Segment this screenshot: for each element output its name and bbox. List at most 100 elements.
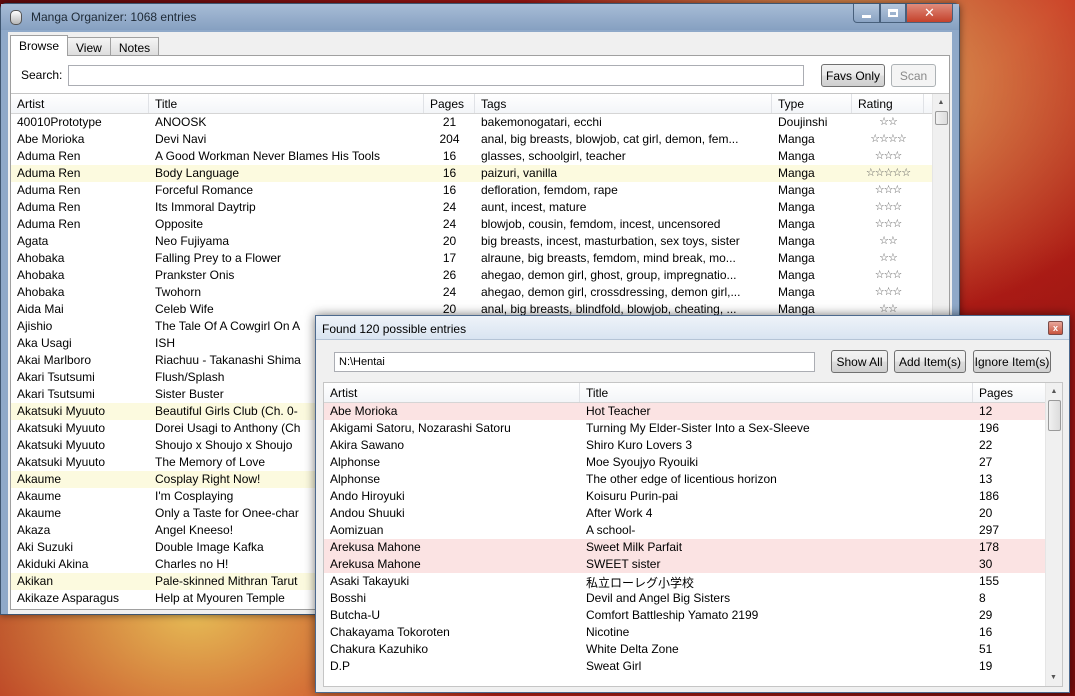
dialog-scrollbar[interactable]: ▲ ▼ [1045, 383, 1062, 686]
column-header-tags[interactable]: Tags [475, 94, 772, 113]
close-button[interactable]: ✕ [906, 4, 953, 23]
column-header-type[interactable]: Type [772, 94, 852, 113]
cell-title: Forceful Romance [155, 183, 254, 197]
cell-title: Opposite [155, 217, 204, 231]
column-header-artist[interactable]: Artist [11, 94, 149, 113]
table-row[interactable]: Chakayama Tokoroten Nicotine 16 [324, 624, 1062, 641]
table-row[interactable]: Alphonse The other edge of licentious hor… [324, 471, 1062, 488]
dialog-close-button[interactable]: x [1048, 321, 1063, 335]
table-row[interactable]: Abe Morioka Devi Navi 204 anal, big breasts… [11, 131, 949, 148]
search-label: Search: [21, 68, 63, 82]
cell-type: Doujinshi [778, 115, 828, 129]
cell-pages: 12 [979, 404, 993, 418]
tab-browse[interactable]: Browse [10, 35, 69, 56]
table-row[interactable]: Akigami Satoru, Nozarashi Satoru Turning … [324, 420, 1062, 437]
cell-pages: 30 [979, 557, 993, 571]
dialog-titlebar[interactable]: Found 120 possible entries x [316, 316, 1069, 340]
scan-button[interactable]: Scan [891, 64, 936, 87]
table-row[interactable]: Bosshi Devil and Angel Big Sisters 8 [324, 590, 1062, 607]
table-row[interactable]: Aduma Ren A Good Workman Never Blames His… [11, 148, 949, 165]
cell-title: Koisuru Purin-pai [586, 489, 679, 503]
table-row[interactable]: Chakura Kazuhiko White Delta Zone 51 [324, 641, 1062, 658]
add-items-button[interactable]: Add Item(s) [894, 350, 966, 373]
search-input[interactable] [68, 65, 804, 86]
cell-rating: ☆☆☆ [874, 286, 903, 298]
show-all-button[interactable]: Show All [831, 350, 888, 373]
cell-artist: Butcha-U [330, 608, 381, 622]
cell-title: A Good Workman Never Blames His Tools [155, 149, 380, 163]
cell-rating: ☆☆☆ [874, 269, 903, 281]
tab-notes[interactable]: Notes [109, 37, 160, 56]
table-row[interactable]: 40010Prototype ANOOSK 21 bakemonogatari, ec… [11, 114, 949, 131]
cell-rating: ☆☆☆ [874, 184, 903, 196]
cell-tags: anal, big breasts, blowjob, cat girl, de… [481, 132, 739, 146]
table-row[interactable]: Andou Shuuki After Work 4 20 [324, 505, 1062, 522]
table-row[interactable]: D.P Sweat Girl 19 [324, 658, 1062, 675]
table-row[interactable]: Ahobaka Falling Prey to a Flower 17 alraune… [11, 250, 949, 267]
column-header-rating[interactable]: Rating [852, 94, 924, 113]
cell-type: Manga [778, 200, 815, 214]
cell-artist: 40010Prototype [17, 115, 102, 129]
cell-artist: Ajishio [17, 319, 53, 333]
cell-tags: blowjob, cousin, femdom, incest, uncenso… [481, 217, 721, 231]
path-input[interactable] [334, 352, 815, 372]
table-row[interactable]: Aduma Ren Body Language 16 paizuri, vanilla… [11, 165, 949, 182]
column-header-pages[interactable]: Pages [973, 383, 1046, 402]
cell-type: Manga [778, 183, 815, 197]
cell-tags: glasses, schoolgirl, teacher [481, 149, 626, 163]
tab-view[interactable]: View [67, 37, 111, 56]
found-entries-dialog: Found 120 possible entries x Show All Ad… [315, 315, 1070, 693]
cell-artist: Aida Mai [17, 302, 64, 316]
cell-tags: bakemonogatari, ecchi [481, 115, 602, 129]
cell-pages: 24 [442, 200, 457, 214]
cell-artist: Akari Tsutsumi [17, 387, 95, 401]
cell-type: Manga [778, 268, 815, 282]
scrollbar-thumb[interactable] [1048, 400, 1061, 431]
cell-title: A school- [586, 523, 636, 537]
favs-only-button[interactable]: Favs Only [821, 64, 885, 87]
cell-title: Shiro Kuro Lovers 3 [586, 438, 693, 452]
scroll-up-arrow-icon[interactable]: ▲ [1046, 383, 1062, 400]
table-row[interactable]: Arekusa Mahone SWEET sister 30 [324, 556, 1062, 573]
cell-title: Nicotine [586, 625, 630, 639]
close-icon: x [1052, 323, 1058, 333]
table-row[interactable]: Alphonse Moe Syoujyo Ryouiki 27 [324, 454, 1062, 471]
table-row[interactable]: Aduma Ren Its Immoral Daytrip 24 aunt, ince… [11, 199, 949, 216]
main-titlebar[interactable]: Manga Organizer: 1068 entries ✕ [1, 4, 959, 30]
cell-artist: Ahobaka [17, 268, 65, 282]
close-icon: ✕ [924, 5, 935, 20]
table-row[interactable]: Abe Morioka Hot Teacher 12 [324, 403, 1062, 420]
table-row[interactable]: Akira Sawano Shiro Kuro Lovers 3 22 [324, 437, 1062, 454]
cell-type: Manga [778, 285, 815, 299]
cell-title: Falling Prey to a Flower [155, 251, 282, 265]
table-row[interactable]: Ahobaka Prankster Onis 26 ahegao, demon gir… [11, 267, 949, 284]
table-row[interactable]: Arekusa Mahone Sweet Milk Parfait 178 [324, 539, 1062, 556]
found-entries-list[interactable]: Artist Title Pages Abe Morioka Hot Teache… [323, 382, 1063, 687]
ignore-items-button[interactable]: Ignore Item(s) [973, 350, 1051, 373]
scroll-down-arrow-icon[interactable]: ▼ [1046, 669, 1061, 686]
cell-pages: 24 [442, 217, 457, 231]
table-row[interactable]: Asaki Takayuki 私立ローレグ小学校 155 [324, 573, 1062, 590]
table-row[interactable]: Ahobaka Twohorn 24 ahegao, demon girl, cros… [11, 284, 949, 301]
cell-pages: 297 [979, 523, 1000, 537]
scroll-up-arrow-icon[interactable]: ▲ [933, 94, 949, 111]
table-row[interactable]: Aduma Ren Opposite 24 blowjob, cousin, femd… [11, 216, 949, 233]
cell-pages: 24 [442, 285, 457, 299]
column-header-title[interactable]: Title [149, 94, 424, 113]
table-row[interactable]: Ando Hiroyuki Koisuru Purin-pai 186 [324, 488, 1062, 505]
minimize-button[interactable] [853, 4, 880, 23]
table-row[interactable]: Aomizuan A school- 297 [324, 522, 1062, 539]
table-row[interactable]: Butcha-U Comfort Battleship Yamato 2199 29 [324, 607, 1062, 624]
table-row[interactable]: Aduma Ren Forceful Romance 16 defloration, … [11, 182, 949, 199]
cell-title: Devil and Angel Big Sisters [586, 591, 731, 605]
cell-tags: ahegao, demon girl, crossdressing, demon… [481, 285, 741, 299]
scrollbar-thumb[interactable] [935, 111, 948, 125]
maximize-button[interactable] [880, 4, 906, 23]
cell-artist: Aduma Ren [17, 166, 81, 180]
column-header-title[interactable]: Title [580, 383, 973, 402]
cell-pages: 13 [979, 472, 993, 486]
column-header-pages[interactable]: Pages [424, 94, 475, 113]
column-header-artist[interactable]: Artist [324, 383, 580, 402]
cell-artist: D.P [330, 659, 351, 673]
table-row[interactable]: Agata Neo Fujiyama 20 big breasts, incest, … [11, 233, 949, 250]
